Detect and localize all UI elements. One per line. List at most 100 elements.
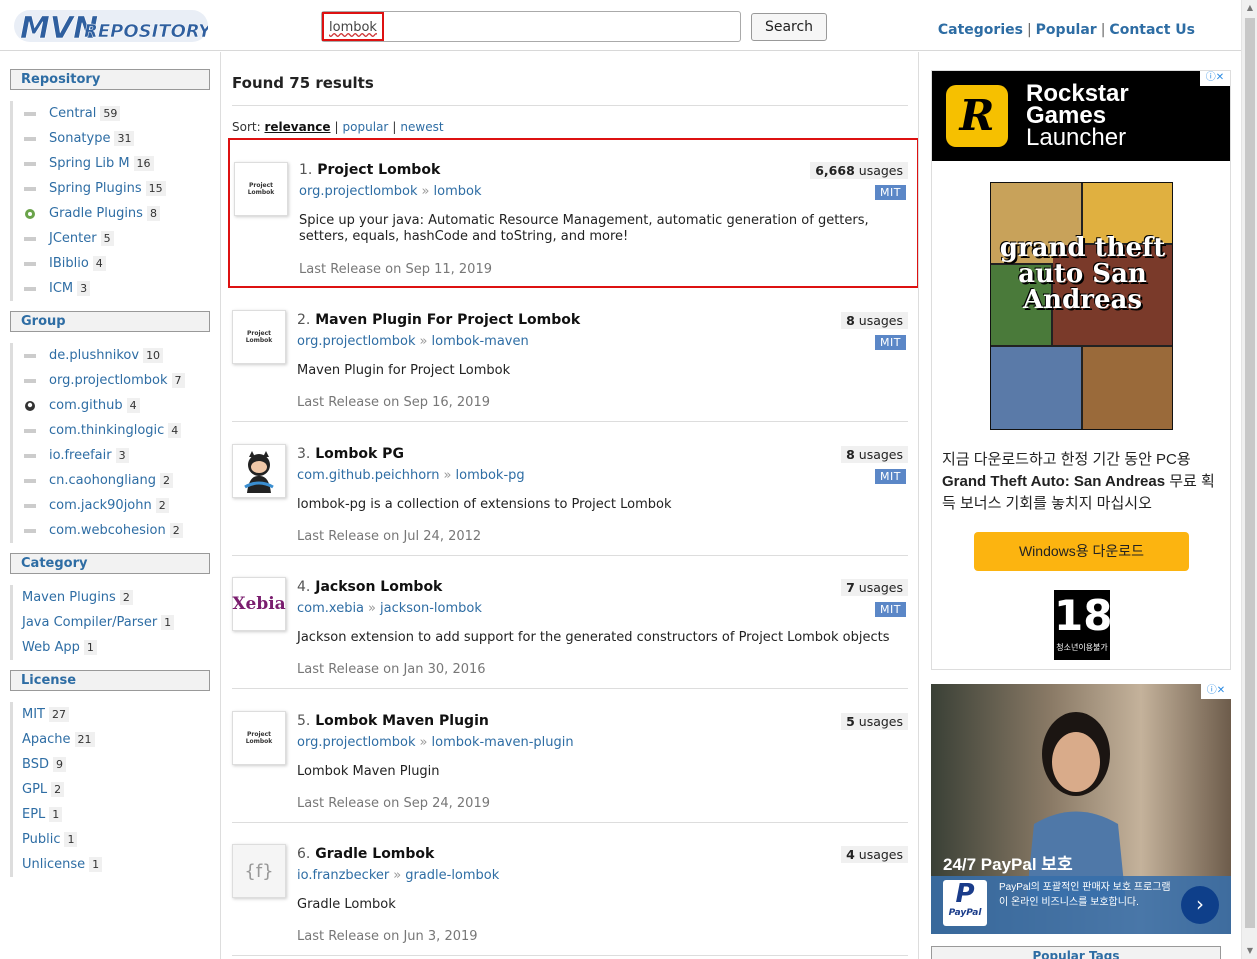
facet-link[interactable]: Spring Lib M (49, 156, 130, 171)
artifact-id-link[interactable]: jackson-lombok (380, 601, 482, 616)
facet-link[interactable]: com.github (49, 398, 123, 413)
facet-item[interactable]: Spring Lib M 16 (10, 151, 210, 176)
scroll-up-icon[interactable]: ▲ (1242, 0, 1257, 16)
result-logo[interactable]: Xebia (232, 577, 286, 631)
facet-item[interactable]: com.jack90john 2 (10, 493, 210, 518)
artifact-id-link[interactable]: lombok-pg (456, 468, 525, 483)
facet-item[interactable]: GPL 2 (10, 777, 210, 802)
facet-link[interactable]: cn.caohongliang (49, 473, 156, 488)
group-id-link[interactable]: com.xebia (297, 601, 364, 616)
search-query-text[interactable]: lombok (322, 12, 384, 41)
adchoices-icon[interactable]: ⓘ✕ (1201, 684, 1231, 699)
facet-link[interactable]: com.jack90john (49, 498, 152, 513)
facet-item[interactable]: Java Compiler/Parser 1 (10, 610, 210, 635)
facet-item[interactable]: Maven Plugins 2 (10, 585, 210, 610)
facet-link[interactable]: Gradle Plugins (49, 206, 143, 221)
usages-badge[interactable]: 8 usages (841, 446, 908, 463)
artifact-id-link[interactable]: lombok-maven-plugin (432, 735, 574, 750)
facet-link[interactable]: JCenter (49, 231, 97, 246)
facet-link[interactable]: com.webcohesion (49, 523, 166, 538)
facet-link[interactable]: BSD (22, 757, 49, 772)
search-input[interactable]: lombok (321, 11, 741, 42)
artifact-id-link[interactable]: lombok (434, 184, 482, 199)
facet-link[interactable]: MIT (22, 707, 45, 722)
result-title-link[interactable]: Project Lombok (317, 162, 440, 178)
facet-link[interactable]: Sonatype (49, 131, 110, 146)
sort-newest[interactable]: newest (400, 120, 443, 134)
result-logo[interactable] (232, 444, 286, 498)
group-id-link[interactable]: org.projectlombok (299, 184, 418, 199)
result-title-link[interactable]: Gradle Lombok (315, 846, 434, 862)
facet-item[interactable]: Apache 21 (10, 727, 210, 752)
facet-item[interactable]: ICM 3 (10, 276, 210, 301)
facet-link[interactable]: Web App (22, 640, 80, 655)
sort-popular[interactable]: popular (343, 120, 389, 134)
paypal-ad[interactable]: ⓘ✕ 24/7 PayPal 보호 P PayPal PayPal의 포괄적인 … (931, 684, 1231, 934)
facet-item[interactable]: io.freefair 3 (10, 443, 210, 468)
facet-link[interactable]: Maven Plugins (22, 590, 116, 605)
facet-item[interactable]: Gradle Plugins 8 (10, 201, 210, 226)
facet-item[interactable]: Web App 1 (10, 635, 210, 660)
page-scrollbar[interactable]: ▲ ▼ (1241, 0, 1257, 959)
scroll-down-icon[interactable]: ▼ (1242, 943, 1257, 959)
facet-link[interactable]: Central (49, 106, 96, 121)
facet-item[interactable]: Spring Plugins 15 (10, 176, 210, 201)
facet-link[interactable]: GPL (22, 782, 47, 797)
facet-item[interactable]: com.webcohesion 2 (10, 518, 210, 543)
group-id-link[interactable]: org.projectlombok (297, 334, 416, 349)
facet-link[interactable]: Unlicense (22, 857, 85, 872)
artifact-id-link[interactable]: gradle-lombok (405, 868, 499, 883)
facet-link[interactable]: org.projectlombok (49, 373, 168, 388)
facet-link[interactable]: Public (22, 832, 60, 847)
facet-link[interactable]: Java Compiler/Parser (22, 615, 157, 630)
result-logo[interactable]: {f} (232, 844, 286, 898)
facet-item[interactable]: JCenter 5 (10, 226, 210, 251)
group-id-link[interactable]: org.projectlombok (297, 735, 416, 750)
usages-badge[interactable]: 8 usages (841, 312, 908, 329)
facet-item[interactable]: com.github 4 (10, 393, 210, 418)
facet-link[interactable]: ICM (49, 281, 73, 296)
facet-item[interactable]: Central 59 (10, 101, 210, 126)
result-logo[interactable]: Project Lombok (234, 162, 288, 216)
facet-item[interactable]: Sonatype 31 (10, 126, 210, 151)
result-logo[interactable]: Project Lombok (232, 310, 286, 364)
facet-link[interactable]: Spring Plugins (49, 181, 142, 196)
result-title-link[interactable]: Lombok Maven Plugin (315, 713, 489, 729)
usages-badge[interactable]: 5 usages (841, 713, 908, 730)
scroll-thumb[interactable] (1245, 18, 1255, 928)
usages-badge[interactable]: 7 usages (841, 579, 908, 596)
facet-item[interactable]: IBiblio 4 (10, 251, 210, 276)
facet-item[interactable]: Public 1 (10, 827, 210, 852)
group-id-link[interactable]: io.franzbecker (297, 868, 389, 883)
facet-item[interactable]: MIT 27 (10, 702, 210, 727)
contact-us-link[interactable]: Contact Us (1109, 22, 1195, 38)
facet-link[interactable]: IBiblio (49, 256, 89, 271)
facet-item[interactable]: EPL 1 (10, 802, 210, 827)
facet-item[interactable]: BSD 9 (10, 752, 210, 777)
artifact-id-link[interactable]: lombok-maven (432, 334, 529, 349)
facet-link[interactable]: de.plushnikov (49, 348, 139, 363)
facet-item[interactable]: com.thinkinglogic 4 (10, 418, 210, 443)
rockstar-ad[interactable]: R Rockstar Games Launcher ⓘ✕ grand theft… (931, 70, 1231, 670)
usages-badge[interactable]: 6,668 usages (810, 162, 908, 179)
facet-item[interactable]: cn.caohongliang 2 (10, 468, 210, 493)
facet-item[interactable]: de.plushnikov 10 (10, 343, 210, 368)
facet-item[interactable]: Unlicense 1 (10, 852, 210, 877)
categories-link[interactable]: Categories (938, 22, 1023, 38)
facet-link[interactable]: com.thinkinglogic (49, 423, 164, 438)
sort-relevance[interactable]: relevance (264, 120, 330, 134)
popular-link[interactable]: Popular (1036, 22, 1097, 38)
usages-badge[interactable]: 4 usages (841, 846, 908, 863)
result-title-link[interactable]: Lombok PG (315, 446, 404, 462)
adchoices-icon[interactable]: ⓘ✕ (1200, 71, 1230, 86)
facet-link[interactable]: io.freefair (49, 448, 112, 463)
result-logo[interactable]: Project Lombok (232, 711, 286, 765)
group-id-link[interactable]: com.github.peichhorn (297, 468, 440, 483)
result-title-link[interactable]: Maven Plugin For Project Lombok (315, 312, 580, 328)
search-button[interactable]: Search (751, 13, 827, 41)
facet-link[interactable]: Apache (22, 732, 71, 747)
mvnrepository-logo[interactable]: MVN REPOSITORY (14, 7, 208, 45)
result-title-link[interactable]: Jackson Lombok (315, 579, 442, 595)
facet-link[interactable]: EPL (22, 807, 45, 822)
next-arrow-icon[interactable]: › (1181, 886, 1219, 924)
